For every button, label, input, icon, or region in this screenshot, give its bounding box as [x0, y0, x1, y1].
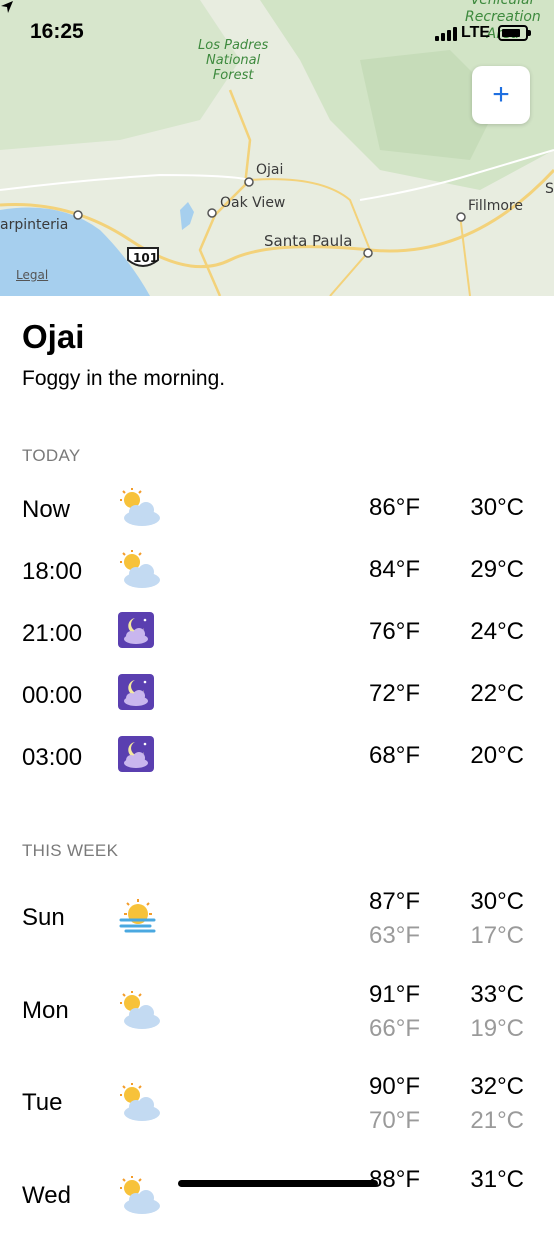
- partly-cloudy-icon: [118, 550, 162, 590]
- map-label-santa-paula: Santa Paula: [264, 232, 353, 250]
- partly-cloudy-icon: [118, 1083, 162, 1123]
- signal-icon: [435, 25, 457, 41]
- location-name: Ojai: [22, 318, 85, 355]
- location-arrow-icon: [1, 1, 13, 13]
- low-celsius: 21°C: [470, 1107, 524, 1134]
- map-label-forest: Los Padres National Forest: [198, 38, 269, 83]
- hour-label: 03:00: [22, 744, 83, 771]
- map-view[interactable]: Los Padres National Forest Vehicular Rec…: [0, 0, 554, 296]
- temp-celsius: 22°C: [470, 680, 524, 707]
- status-indicators: LTE: [435, 24, 532, 42]
- temp-fahrenheit: 86°F: [369, 494, 420, 521]
- daily-row: Wed 88°F 31°C: [0, 1166, 554, 1236]
- partly-cloudy-icon: [118, 1176, 162, 1216]
- day-label: Sun: [22, 904, 65, 931]
- weather-summary: Foggy in the morning.: [22, 367, 226, 390]
- section-week-header: THIS WEEK: [22, 841, 119, 860]
- night-cloud-icon: [118, 612, 162, 652]
- high-fahrenheit: 90°F: [369, 1073, 420, 1100]
- network-type: LTE: [461, 24, 491, 41]
- hourly-row: 18:00 84°F 29°C: [0, 546, 554, 596]
- map-label-edge: S: [545, 181, 554, 197]
- temp-celsius: 30°C: [470, 494, 524, 521]
- high-celsius: 30°C: [470, 888, 524, 915]
- high-celsius: 31°C: [470, 1166, 524, 1193]
- partly-cloudy-icon: [118, 488, 162, 528]
- temp-celsius: 29°C: [470, 556, 524, 583]
- section-today-header: TODAY: [22, 446, 81, 465]
- day-label: Tue: [22, 1089, 63, 1116]
- battery-icon: [498, 25, 532, 41]
- temp-fahrenheit: 76°F: [369, 618, 420, 645]
- high-celsius: 33°C: [470, 981, 524, 1008]
- low-celsius: 19°C: [470, 1015, 524, 1042]
- low-fahrenheit: 66°F: [369, 1015, 420, 1042]
- hour-label: Now: [22, 496, 71, 523]
- high-fahrenheit: 87°F: [369, 888, 420, 915]
- low-fahrenheit: 63°F: [369, 922, 420, 949]
- temp-fahrenheit: 72°F: [369, 680, 420, 707]
- low-fahrenheit: 70°F: [369, 1107, 420, 1134]
- high-fahrenheit: 91°F: [369, 981, 420, 1008]
- map-label-oak-view: Oak View: [220, 195, 286, 211]
- partly-cloudy-icon: [118, 991, 162, 1031]
- add-location-button[interactable]: +: [472, 66, 530, 124]
- home-indicator[interactable]: [178, 1180, 378, 1187]
- temp-celsius: 20°C: [470, 742, 524, 769]
- map-legal-link[interactable]: Legal: [16, 268, 48, 282]
- hourly-row: Now 86°F 30°C: [0, 484, 554, 534]
- hour-label: 21:00: [22, 620, 83, 647]
- hourly-row: 21:00 76°F 24°C: [0, 608, 554, 658]
- night-cloud-icon: [118, 674, 162, 714]
- highway-shield-101: 101: [133, 251, 159, 265]
- status-time: 16:25: [30, 20, 84, 43]
- sun-fog-icon: [118, 898, 162, 938]
- high-celsius: 32°C: [470, 1073, 524, 1100]
- daily-row: Mon 91°F 33°C 66°F 19°C: [0, 981, 554, 1051]
- temp-fahrenheit: 68°F: [369, 742, 420, 769]
- map-label-ojai: Ojai: [256, 162, 284, 178]
- day-label: Wed: [22, 1182, 71, 1209]
- daily-row: Sun 87°F 30°C 63°F 17°C: [0, 888, 554, 958]
- map-label-carpinteria: arpinteria: [0, 217, 69, 233]
- night-cloud-icon: [118, 736, 162, 776]
- temp-fahrenheit: 84°F: [369, 556, 420, 583]
- daily-row: Tue 90°F 32°C 70°F 21°C: [0, 1073, 554, 1143]
- low-celsius: 17°C: [470, 922, 524, 949]
- map-graphic: [0, 0, 554, 296]
- map-label-fillmore: Fillmore: [468, 198, 523, 214]
- hour-label: 18:00: [22, 558, 83, 585]
- hourly-row: 00:00 72°F 22°C: [0, 670, 554, 720]
- hourly-row: 03:00 68°F 20°C: [0, 732, 554, 782]
- temp-celsius: 24°C: [470, 618, 524, 645]
- day-label: Mon: [22, 997, 69, 1024]
- hour-label: 00:00: [22, 682, 83, 709]
